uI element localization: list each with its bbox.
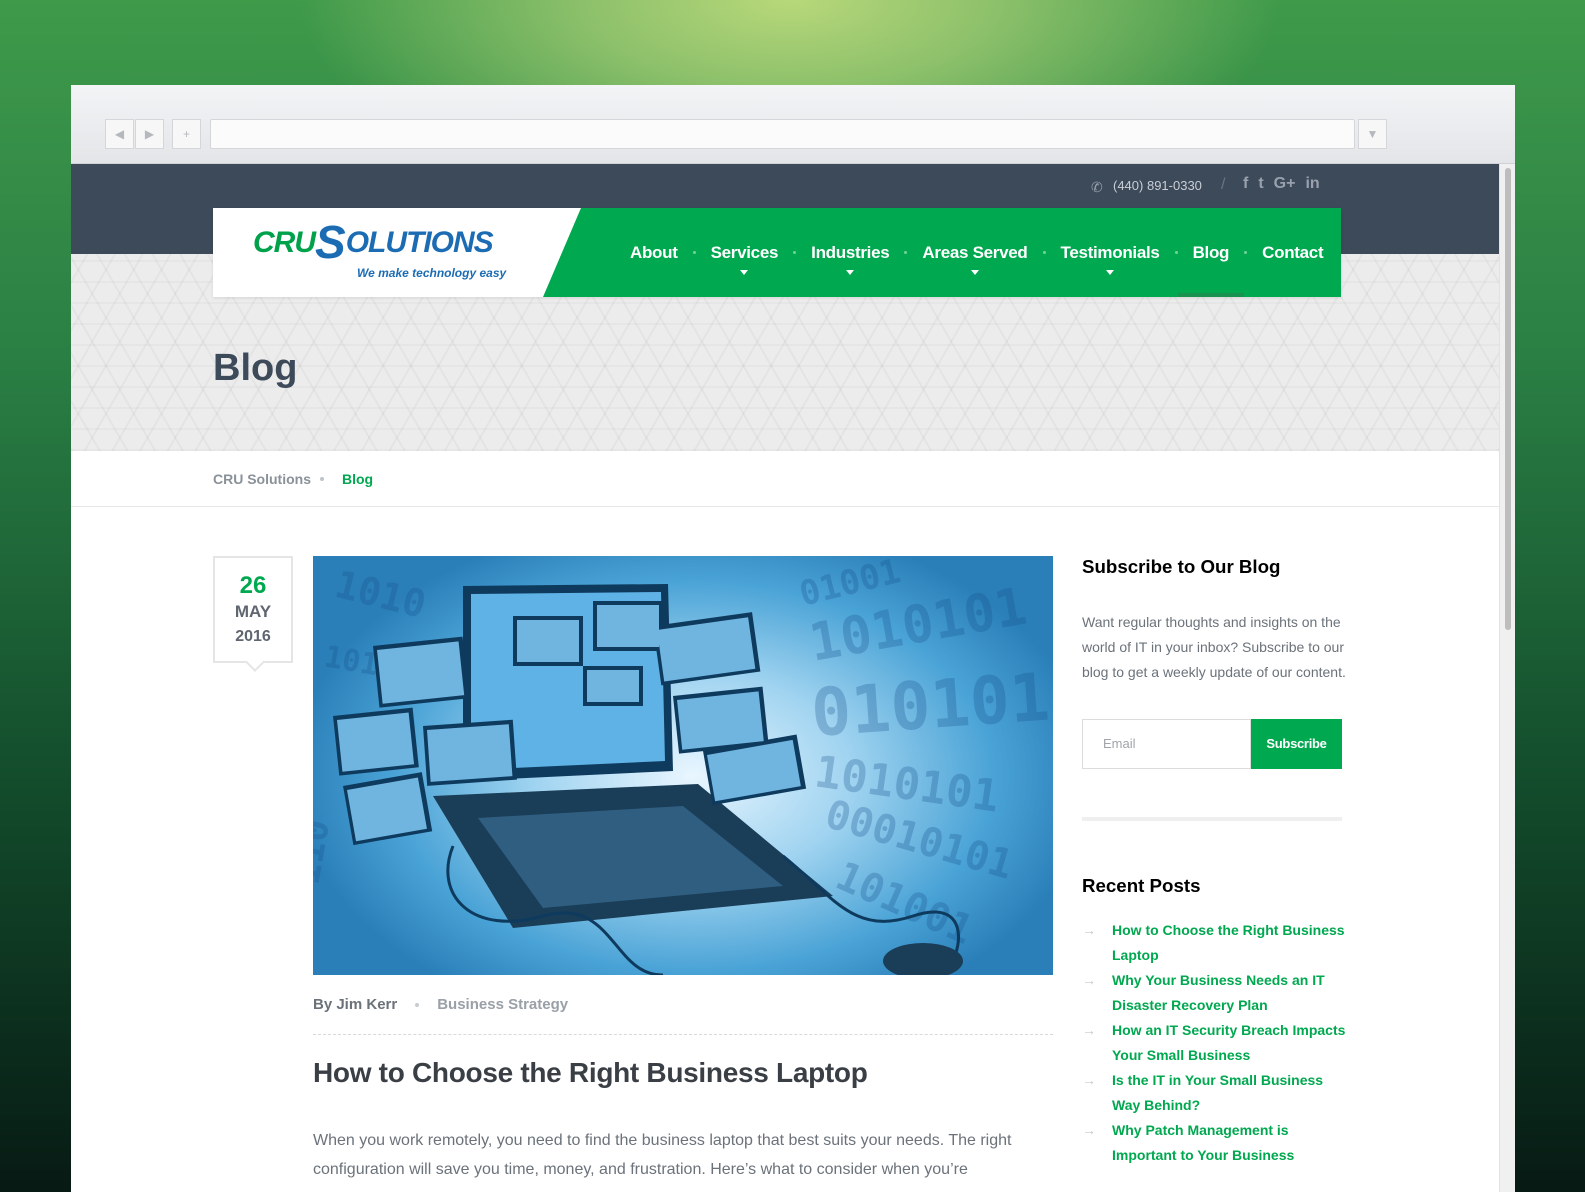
address-bar[interactable] bbox=[210, 119, 1355, 149]
recent-post-title: Why Patch Management is Important to You… bbox=[1112, 1122, 1295, 1163]
caret-down-icon bbox=[1106, 270, 1115, 275]
recent-posts-heading: Recent Posts bbox=[1082, 875, 1201, 896]
logo-s-swoosh: S bbox=[315, 216, 346, 268]
svg-text:110: 110 bbox=[313, 816, 338, 887]
post-date-year: 2016 bbox=[235, 628, 271, 645]
arrow-right-icon: → bbox=[1082, 1122, 1096, 1138]
svg-text:010101: 010101 bbox=[809, 659, 1052, 752]
email-field[interactable]: Email bbox=[1082, 719, 1251, 769]
post-date-day: 26 bbox=[239, 572, 267, 599]
forward-button[interactable]: ▶ bbox=[135, 119, 164, 149]
breadcrumb-home[interactable]: CRU Solutions bbox=[213, 471, 311, 487]
recent-posts-list: → How to Choose the Right Business Laptop… bbox=[1082, 918, 1352, 1168]
nav-item-contact[interactable]: Contact bbox=[1247, 208, 1338, 297]
phone-number[interactable]: ✆ (440) 891-0330 bbox=[1091, 178, 1202, 195]
subscribe-heading: Subscribe to Our Blog bbox=[1082, 556, 1281, 577]
facebook-icon[interactable]: f bbox=[1243, 175, 1248, 193]
subscribe-description: Want regular thoughts and insights on th… bbox=[1082, 614, 1346, 680]
menu-dropdown-button[interactable]: ▼ bbox=[1358, 119, 1387, 149]
caret-down-icon bbox=[740, 270, 749, 275]
subscribe-button[interactable]: Subscribe bbox=[1251, 719, 1342, 769]
logo-solutions: OLUTIONS bbox=[345, 226, 494, 259]
sidebar-divider bbox=[1082, 817, 1342, 821]
page-title: Blog bbox=[213, 347, 298, 389]
phone-icon: ✆ bbox=[1091, 178, 1103, 195]
logo-container[interactable]: CRUSOLUTIONS We make technology easy bbox=[213, 208, 583, 297]
post-date-badge: 26 MAY 2016 bbox=[213, 556, 293, 663]
arrow-right-icon: → bbox=[1082, 922, 1096, 938]
nav-item-label: About bbox=[630, 242, 678, 262]
scrollbar-thumb[interactable] bbox=[1505, 168, 1511, 630]
nav-item-label: Services bbox=[710, 242, 779, 262]
nav-item-label: Industries bbox=[811, 242, 890, 262]
social-links: f t G+ in bbox=[1243, 175, 1320, 193]
meta-divider bbox=[313, 1034, 1053, 1035]
breadcrumb-separator bbox=[320, 477, 324, 481]
recent-post-title: Is the IT in Your Small Business Way Beh… bbox=[1112, 1072, 1324, 1113]
nav-item-label: Areas Served bbox=[922, 242, 1028, 262]
back-button[interactable]: ◀ bbox=[105, 119, 134, 149]
recent-post-link[interactable]: → How an IT Security Breach Impacts Your … bbox=[1082, 1018, 1352, 1068]
nav-item-areas-served[interactable]: Areas Served bbox=[907, 208, 1042, 297]
post-title[interactable]: How to Choose the Right Business Laptop bbox=[313, 1057, 868, 1089]
browser-window: ◀ ▶ + ▼ ✆ (440) 891-0330 / f t G+ in CRU… bbox=[71, 85, 1515, 1192]
recent-post-link[interactable]: → How to Choose the Right Business Laptop bbox=[1082, 918, 1352, 968]
arrow-right-icon: → bbox=[1082, 1072, 1096, 1088]
linkedin-icon[interactable]: in bbox=[1305, 175, 1319, 193]
post-author[interactable]: By Jim Kerr bbox=[313, 996, 397, 1013]
new-tab-button[interactable]: + bbox=[172, 119, 201, 149]
nav-item-label: Blog bbox=[1192, 242, 1230, 262]
caret-down-icon bbox=[970, 270, 979, 275]
logo-cru: CRU bbox=[253, 226, 316, 259]
scrollbar[interactable] bbox=[1499, 164, 1515, 1192]
post-meta: By Jim Kerr Business Strategy bbox=[313, 996, 568, 1013]
breadcrumb-current: Blog bbox=[342, 471, 374, 487]
nav-item-testimonials[interactable]: Testimonials bbox=[1046, 208, 1175, 297]
recent-post-link[interactable]: → Is the IT in Your Small Business Way Be… bbox=[1082, 1068, 1352, 1118]
google-plus-icon[interactable]: G+ bbox=[1274, 175, 1296, 193]
nav-item-label: Contact bbox=[1262, 242, 1324, 262]
nav-item-industries[interactable]: Industries bbox=[796, 208, 904, 297]
recent-post-title: How to Choose the Right Business Laptop bbox=[1112, 922, 1345, 963]
browser-toolbar: ◀ ▶ + ▼ bbox=[71, 85, 1515, 164]
caret-down-icon bbox=[846, 270, 855, 275]
nav-item-services[interactable]: Services bbox=[696, 208, 794, 297]
meta-separator bbox=[415, 1002, 420, 1007]
site-header: CRUSOLUTIONS We make technology easy Abo… bbox=[213, 208, 1341, 297]
logo-tagline: We make technology easy bbox=[357, 266, 507, 280]
post-featured-image[interactable]: 1010 01001 1010101 010101 1010101 000101… bbox=[313, 556, 1053, 975]
breadcrumb: CRU Solutions Blog bbox=[71, 451, 1499, 507]
phone-text: (440) 891-0330 bbox=[1113, 178, 1202, 193]
post-date-month: MAY bbox=[234, 602, 272, 621]
arrow-right-icon: → bbox=[1082, 972, 1096, 988]
recent-post-link[interactable]: → Why Patch Management is Important to Yo… bbox=[1082, 1118, 1352, 1168]
main-nav: About Services Industries Areas Served Testi… bbox=[543, 208, 1341, 297]
svg-text:1010: 1010 bbox=[331, 562, 430, 627]
post-excerpt: When you work remotely, you need to find… bbox=[313, 1132, 1012, 1178]
web-page: ✆ (440) 891-0330 / f t G+ in CRUSOLUTION… bbox=[71, 164, 1499, 1192]
nav-item-about[interactable]: About bbox=[615, 208, 693, 297]
arrow-right-icon: → bbox=[1082, 1022, 1096, 1038]
nav-item-blog[interactable]: Blog bbox=[1177, 208, 1245, 297]
nav-item-label: Testimonials bbox=[1060, 242, 1160, 262]
recent-post-link[interactable]: → Why Your Business Needs an IT Disaster … bbox=[1082, 968, 1352, 1018]
recent-post-title: How an IT Security Breach Impacts Your S… bbox=[1112, 1022, 1346, 1063]
recent-post-title: Why Your Business Needs an IT Disaster R… bbox=[1112, 972, 1325, 1013]
logo[interactable]: CRUSOLUTIONS We make technology easy bbox=[253, 216, 506, 280]
post-category[interactable]: Business Strategy bbox=[437, 996, 568, 1013]
divider: / bbox=[1221, 176, 1226, 193]
twitter-icon[interactable]: t bbox=[1258, 175, 1263, 193]
